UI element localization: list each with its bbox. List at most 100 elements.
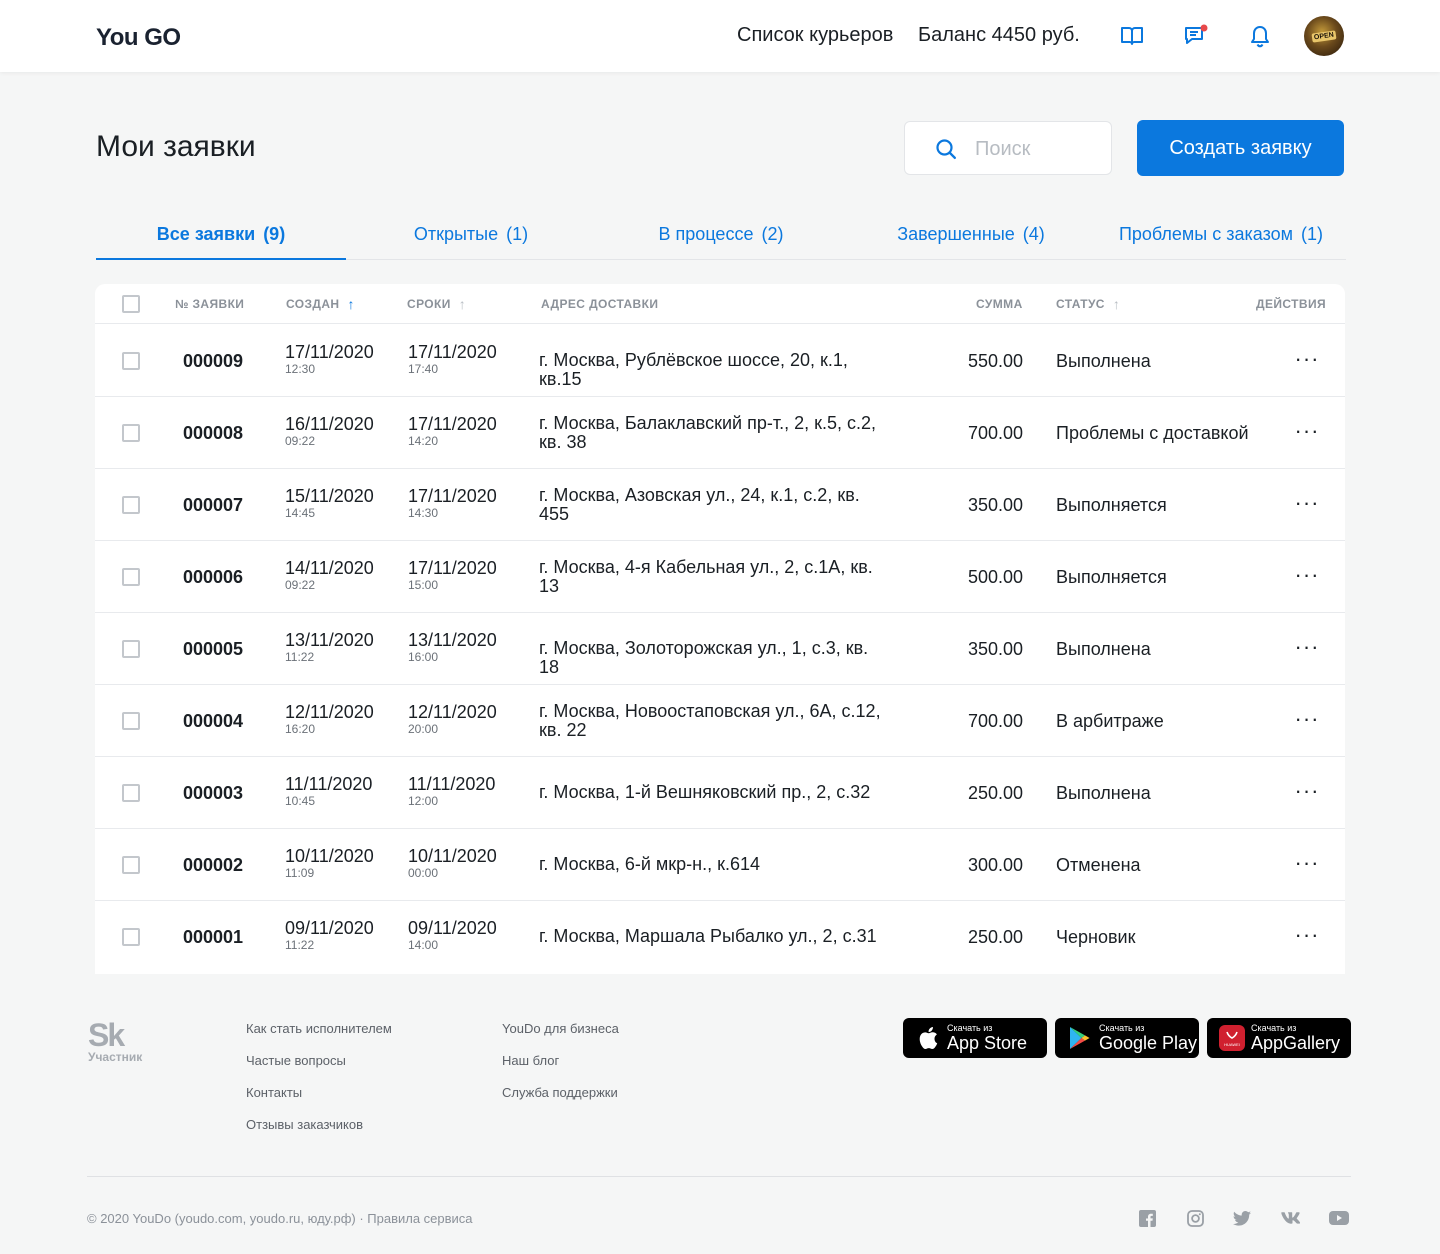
table-row[interactable]: 000009 17/11/2020 12:30 17/11/2020 17:40 г… — [95, 325, 1345, 397]
footer: Sk Участник Как стать исполнителем Часты… — [0, 974, 1440, 1254]
more-actions-icon[interactable]: ··· — [1291, 847, 1323, 879]
facebook-icon[interactable] — [1137, 1208, 1157, 1228]
request-number[interactable]: 000001 — [183, 927, 243, 948]
row-checkbox[interactable] — [122, 856, 140, 874]
row-checkbox[interactable] — [122, 784, 140, 802]
more-actions-icon[interactable]: ··· — [1291, 775, 1323, 807]
due-date: 17/11/2020 — [408, 342, 497, 362]
more-actions-icon[interactable]: ··· — [1291, 487, 1323, 519]
row-checkbox[interactable] — [122, 712, 140, 730]
created-cell: 15/11/2020 14:45 — [285, 486, 374, 521]
tab-problems[interactable]: Проблемы с заказом (1) — [1096, 210, 1346, 260]
google-play-icon — [1067, 1025, 1093, 1051]
order-sum: 500.00 — [967, 567, 1023, 587]
footer-link[interactable]: Служба поддержки — [502, 1085, 618, 1100]
row-checkbox[interactable] — [122, 496, 140, 514]
order-status: Выполняется — [1056, 567, 1167, 587]
table-row[interactable]: 000007 15/11/2020 14:45 17/11/2020 14:30 г… — [95, 469, 1345, 541]
order-status: Черновик — [1056, 927, 1136, 947]
row-checkbox[interactable] — [122, 352, 140, 370]
tab-open[interactable]: Открытые (1) — [346, 210, 596, 260]
request-number[interactable]: 000009 — [183, 351, 243, 372]
table-row[interactable]: 000002 10/11/2020 11:09 10/11/2020 00:00 г… — [95, 829, 1345, 901]
order-status: Проблемы с доставкой — [1056, 423, 1249, 443]
sort-asc-icon[interactable]: ↑ — [348, 297, 355, 311]
app-logo[interactable]: You GO — [96, 24, 181, 52]
created-time: 09:22 — [285, 578, 316, 592]
book-icon[interactable] — [1116, 20, 1148, 52]
couriers-list-link[interactable]: Список курьеров — [737, 24, 893, 47]
created-cell: 16/11/2020 09:22 — [285, 414, 374, 449]
copyright: © 2020 YouDo (youdo.com, youdo.ru, юду.р… — [87, 1211, 473, 1226]
more-actions-icon[interactable]: ··· — [1291, 559, 1323, 591]
tab-in-progress[interactable]: В процессе (2) — [596, 210, 846, 260]
app-store-button[interactable]: Скачать из App Store — [903, 1018, 1047, 1058]
create-request-button[interactable]: Создать заявку — [1137, 120, 1344, 176]
sort-icon[interactable]: ↑ — [459, 297, 466, 311]
select-all-checkbox[interactable] — [122, 295, 140, 313]
request-number[interactable]: 000003 — [183, 783, 243, 804]
row-checkbox[interactable] — [122, 568, 140, 586]
request-number[interactable]: 000002 — [183, 855, 243, 876]
column-created[interactable]: СОЗДАН ↑ — [286, 297, 355, 311]
deadline-cell: 17/11/2020 17:40 — [408, 342, 497, 377]
request-number[interactable]: 000005 — [183, 639, 243, 660]
twitter-icon[interactable] — [1232, 1208, 1252, 1228]
youtube-icon[interactable] — [1329, 1208, 1349, 1228]
bell-icon[interactable] — [1244, 20, 1276, 52]
due-date: 13/11/2020 — [408, 630, 497, 650]
order-sum: 700.00 — [967, 711, 1023, 731]
chat-icon[interactable] — [1180, 20, 1212, 52]
table-row[interactable]: 000004 12/11/2020 16:20 12/11/2020 20:00 г… — [95, 685, 1345, 757]
request-number[interactable]: 000004 — [183, 711, 243, 732]
footer-link[interactable]: YouDo для бизнеса — [502, 1021, 619, 1036]
delivery-address: г. Москва, Маршала Рыбалко ул., 2, с.31 — [539, 926, 877, 946]
created-date: 15/11/2020 — [285, 486, 374, 506]
due-time: 14:00 — [408, 938, 439, 952]
tab-completed[interactable]: Завершенные (4) — [846, 210, 1096, 260]
more-actions-icon[interactable]: ··· — [1291, 919, 1323, 951]
created-time: 11:22 — [285, 938, 315, 952]
row-checkbox[interactable] — [122, 640, 140, 658]
request-number[interactable]: 000007 — [183, 495, 243, 516]
more-actions-icon[interactable]: ··· — [1291, 343, 1323, 375]
search-box[interactable] — [904, 121, 1112, 175]
column-status[interactable]: СТАТУС ↑ — [1056, 297, 1120, 311]
balance-link[interactable]: Баланс 4450 руб. — [918, 24, 1080, 47]
table-row[interactable]: 000006 14/11/2020 09:22 17/11/2020 15:00 г… — [95, 541, 1345, 613]
vk-icon[interactable] — [1280, 1208, 1300, 1228]
column-deadline[interactable]: СРОКИ ↑ — [407, 297, 466, 311]
app-gallery-button[interactable]: HUAWEI Скачать из AppGallery — [1207, 1018, 1351, 1058]
footer-link[interactable]: Частые вопросы — [246, 1053, 346, 1068]
google-play-button[interactable]: Скачать из Google Play — [1055, 1018, 1199, 1058]
tab-count: (1) — [1301, 224, 1324, 244]
column-actions: ДЕЙСТВИЯ — [1256, 297, 1326, 311]
table-row[interactable]: 000005 13/11/2020 11:22 13/11/2020 16:00 г… — [95, 613, 1345, 685]
created-time: 12:30 — [285, 362, 316, 376]
apple-icon — [915, 1025, 941, 1051]
table-row[interactable]: 000008 16/11/2020 09:22 17/11/2020 14:20 г… — [95, 397, 1345, 469]
request-number[interactable]: 000008 — [183, 423, 243, 444]
footer-link[interactable]: Наш блог — [502, 1053, 559, 1068]
table-row[interactable]: 000001 09/11/2020 11:22 09/11/2020 14:00 г… — [95, 901, 1345, 973]
instagram-icon[interactable] — [1185, 1208, 1205, 1228]
more-actions-icon[interactable]: ··· — [1291, 703, 1323, 735]
footer-link[interactable]: Контакты — [246, 1085, 302, 1100]
more-actions-icon[interactable]: ··· — [1291, 415, 1323, 447]
delivery-address: г. Москва, Новоостаповская ул., 6А, с.12… — [539, 701, 881, 740]
due-date: 17/11/2020 — [408, 486, 497, 506]
more-actions-icon[interactable]: ··· — [1291, 631, 1323, 663]
row-checkbox[interactable] — [122, 424, 140, 442]
store-name: App Store — [947, 1033, 1028, 1053]
tab-all[interactable]: Все заявки (9) — [96, 210, 346, 260]
order-status: Выполнена — [1056, 783, 1151, 803]
search-input[interactable] — [975, 136, 1103, 162]
request-number[interactable]: 000006 — [183, 567, 243, 588]
footer-link[interactable]: Как стать исполнителем — [246, 1021, 392, 1036]
top-header: You GO Список курьеров Баланс 4450 руб. … — [0, 0, 1440, 72]
row-checkbox[interactable] — [122, 928, 140, 946]
sort-icon[interactable]: ↑ — [1113, 297, 1120, 311]
footer-link[interactable]: Отзывы заказчиков — [246, 1117, 363, 1132]
user-avatar[interactable]: OPEN — [1304, 16, 1344, 56]
table-row[interactable]: 000003 11/11/2020 10:45 11/11/2020 12:00 г… — [95, 757, 1345, 829]
